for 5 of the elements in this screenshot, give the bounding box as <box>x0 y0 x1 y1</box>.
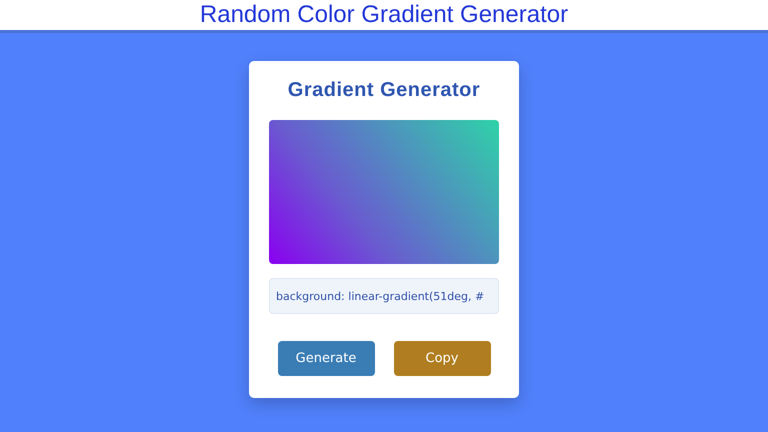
generate-button[interactable]: Generate <box>278 341 374 376</box>
css-code-field[interactable]: background: linear-gradient(51deg, # <box>269 278 499 314</box>
card-title: Gradient Generator <box>288 79 480 102</box>
copy-button[interactable]: Copy <box>394 341 490 376</box>
page-title: Random Color Gradient Generator <box>200 1 568 29</box>
